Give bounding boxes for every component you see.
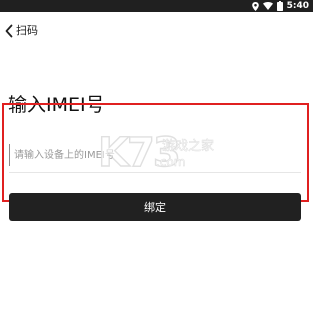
chevron-left-icon[interactable] <box>4 24 14 38</box>
back-button[interactable]: 扫码 <box>4 22 38 40</box>
wifi-icon <box>262 2 273 10</box>
highlight-box <box>2 103 309 202</box>
bind-button-label: 绑定 <box>144 201 166 214</box>
bind-button[interactable]: 绑定 <box>9 193 301 221</box>
nav-title: 扫码 <box>16 24 38 37</box>
battery-icon <box>276 1 283 11</box>
nav-bar: 扫码 <box>0 20 313 42</box>
status-bar: 5:40 <box>0 0 313 12</box>
status-icons: 5:40 <box>251 0 309 12</box>
status-time: 5:40 <box>286 1 309 11</box>
location-icon <box>251 1 259 11</box>
